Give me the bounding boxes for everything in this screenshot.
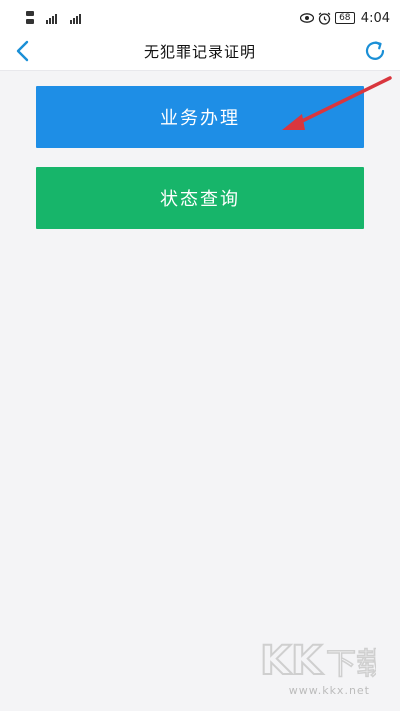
svg-text:KK: KK bbox=[260, 638, 324, 684]
page-title: 无犯罪记录证明 bbox=[143, 43, 256, 61]
alarm-icon bbox=[318, 12, 331, 25]
status-bar: 68 4:04 bbox=[0, 0, 400, 34]
watermark-logo: KK 下载 bbox=[259, 637, 376, 685]
refresh-icon[interactable] bbox=[362, 38, 388, 64]
signal-icon bbox=[26, 11, 81, 24]
nav-bar: 无犯罪记录证明 bbox=[0, 34, 400, 71]
battery-indicator: 68 bbox=[334, 12, 355, 24]
annotation-arrow-icon bbox=[282, 76, 392, 130]
svg-text:下载: 下载 bbox=[326, 647, 376, 682]
status-query-button[interactable]: 状态查询 bbox=[36, 167, 364, 229]
watermark-url: www.kkx.net bbox=[288, 684, 370, 697]
eye-icon bbox=[299, 13, 314, 23]
clock: 4:04 bbox=[360, 10, 390, 26]
